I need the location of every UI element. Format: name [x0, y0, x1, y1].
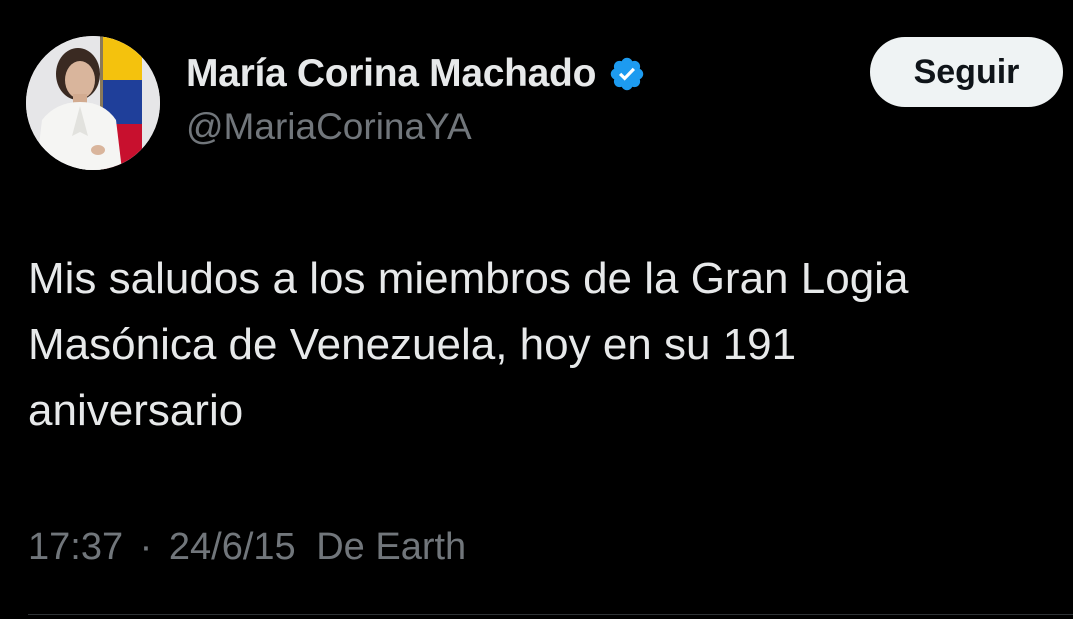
- author-handle[interactable]: @MariaCorinaYA: [186, 106, 472, 148]
- verified-badge-icon[interactable]: [608, 55, 646, 93]
- tweet-text-line: Masónica de Venezuela, hoy en su 191: [28, 320, 797, 369]
- tweet-text: Mis saludos a los miembros de la Gran Lo…: [28, 246, 1048, 444]
- tweet-text-line: Mis saludos a los miembros de la Gran Lo…: [28, 254, 909, 303]
- tweet-time[interactable]: 17:37: [28, 526, 123, 569]
- author-name-row: María Corina Machado: [186, 50, 646, 98]
- tweet-date[interactable]: 24/6/15: [169, 526, 296, 569]
- divider: [28, 614, 1073, 615]
- tweet-source: De Earth: [316, 526, 467, 568]
- tweet-text-line: aniversario: [28, 386, 244, 435]
- avatar[interactable]: [26, 36, 160, 170]
- tweet-meta: 17:37 · 24/6/15 De Earth: [28, 526, 466, 569]
- tweet-card: María Corina Machado @MariaCorinaYA Segu…: [0, 0, 1073, 619]
- author-display-name[interactable]: María Corina Machado: [186, 52, 596, 96]
- avatar-photo: [26, 36, 160, 170]
- follow-button[interactable]: Seguir: [870, 37, 1063, 107]
- meta-separator: ·: [139, 526, 153, 568]
